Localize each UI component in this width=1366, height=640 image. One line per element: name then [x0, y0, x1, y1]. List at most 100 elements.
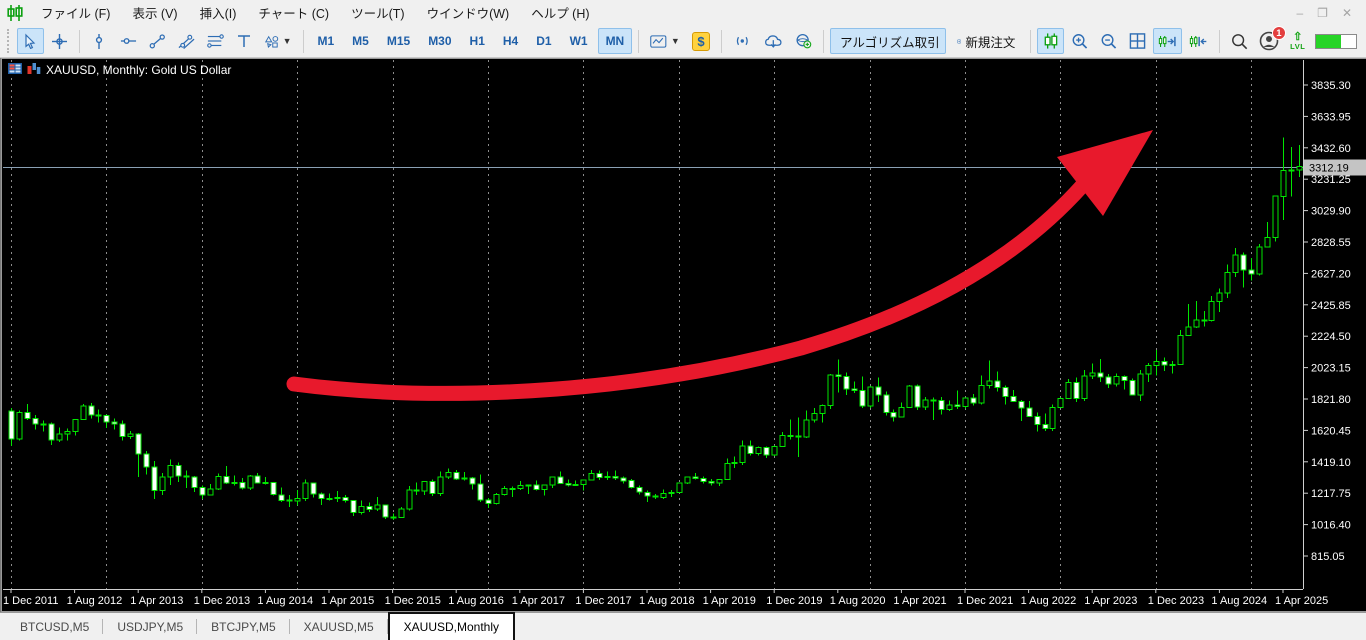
timeframe-m1[interactable]: M1 [310, 28, 343, 54]
svg-text:2828.55: 2828.55 [1311, 237, 1351, 249]
channel-icon [178, 33, 195, 50]
chart-shift-icon [1189, 33, 1208, 50]
candles-mode-button[interactable] [1037, 28, 1064, 54]
svg-text:2224.50: 2224.50 [1311, 331, 1351, 343]
chart-canvas[interactable]: 3835.303633.953432.603231.253029.902828.… [1, 58, 1366, 612]
tab-btcjpy-m5[interactable]: BTCJPY,M5 [197, 613, 289, 640]
svg-text:1217.75: 1217.75 [1311, 488, 1351, 500]
chart-frame [2, 59, 1366, 612]
cursor-icon [22, 33, 38, 49]
crosshair-icon [51, 33, 68, 50]
menu-item-5[interactable]: ウインドウ(W) [416, 1, 521, 24]
zoom-out-icon [1100, 32, 1117, 50]
chart-shift-button[interactable] [1184, 28, 1213, 54]
svg-text:1821.80: 1821.80 [1311, 394, 1351, 406]
algo-trading-button[interactable]: アルゴリズム取引 [830, 28, 947, 54]
menu-item-1[interactable]: 表示 (V) [121, 1, 188, 24]
crosshair-tool-button[interactable] [46, 28, 73, 54]
auto-scroll-icon [1158, 33, 1177, 50]
algo-trading-label: アルゴリズム取引 [840, 32, 940, 51]
cloud-button[interactable] [759, 28, 788, 54]
svg-text:2425.85: 2425.85 [1311, 300, 1351, 312]
tab-xauusd-m5[interactable]: XAUUSD,M5 [290, 613, 388, 640]
search-button[interactable] [1226, 28, 1253, 54]
new-order-icon [957, 34, 961, 49]
search-icon [1231, 32, 1248, 51]
svg-text:1 Aug 2014: 1 Aug 2014 [257, 595, 313, 607]
timeframe-m15[interactable]: M15 [379, 28, 418, 54]
svg-text:1 Aug 2022: 1 Aug 2022 [1021, 595, 1077, 607]
svg-text:2627.20: 2627.20 [1311, 268, 1351, 280]
broadcast-icon [733, 33, 752, 49]
svg-text:3633.95: 3633.95 [1311, 111, 1351, 123]
close-button[interactable]: ✕ [1342, 6, 1352, 20]
cursor-tool-button[interactable] [17, 28, 44, 54]
menu-item-4[interactable]: ツール(T) [340, 1, 415, 24]
chart-symbol-title: XAUUSD, Monthly: Gold US Dollar [46, 63, 231, 77]
svg-text:2023.15: 2023.15 [1311, 363, 1351, 375]
indicators-button[interactable]: ▼ [645, 28, 685, 54]
shapes-tool-button[interactable]: ▼ [260, 28, 297, 54]
horizontal-line-tool-button[interactable] [115, 28, 142, 54]
level-button[interactable]: ⇧ LVL [1285, 28, 1362, 54]
chevron-down-icon: ▼ [671, 36, 680, 46]
svg-text:1 Dec 2011: 1 Dec 2011 [3, 595, 58, 607]
timeframe-m30[interactable]: M30 [420, 28, 459, 54]
signals-button[interactable] [728, 28, 757, 54]
svg-text:1 Aug 2012: 1 Aug 2012 [67, 595, 123, 607]
toolbar-separator [721, 30, 722, 53]
text-icon [236, 33, 252, 49]
indicator-icon [650, 33, 667, 50]
globe-add-icon [795, 32, 812, 50]
symbols-button[interactable]: $ [687, 28, 716, 54]
zoom-in-button[interactable] [1066, 28, 1093, 54]
tab-btcusd-m5[interactable]: BTCUSD,M5 [6, 613, 103, 640]
timeframe-m5[interactable]: M5 [344, 28, 377, 54]
text-tool-button[interactable] [231, 28, 258, 54]
timeframe-h1[interactable]: H1 [462, 28, 493, 54]
zoom-out-button[interactable] [1095, 28, 1122, 54]
svg-text:1 Apr 2023: 1 Apr 2023 [1084, 595, 1137, 607]
tab-xauusd-monthly[interactable]: XAUUSD,Monthly [388, 612, 515, 640]
timeframe-d1[interactable]: D1 [528, 28, 559, 54]
menu-item-0[interactable]: ファイル (F) [30, 1, 121, 24]
lvl-icon: ⇧ LVL [1290, 32, 1305, 51]
timeframe-h4[interactable]: H4 [495, 28, 526, 54]
svg-text:1 Apr 2025: 1 Apr 2025 [1275, 595, 1328, 607]
toolbar-separator [823, 30, 824, 53]
new-order-button[interactable]: 新規注文 [948, 28, 1024, 54]
toolbar-separator [79, 30, 80, 53]
svg-text:1016.40: 1016.40 [1311, 520, 1351, 532]
toolbar: ▼ M1M5M15M30H1H4D1W1MN ▼ $ [0, 25, 1366, 58]
trendline-tool-button[interactable] [144, 28, 171, 54]
svg-text:1 Aug 2018: 1 Aug 2018 [639, 595, 695, 607]
chart-header: XAUUSD, Monthly: Gold US Dollar [8, 63, 231, 77]
tab-usdjpy-m5[interactable]: USDJPY,M5 [103, 613, 197, 640]
fibonacci-tool-button[interactable] [202, 28, 229, 54]
fibonacci-icon [207, 33, 224, 49]
timeframe-mn[interactable]: MN [598, 28, 633, 54]
svg-text:1 Dec 2017: 1 Dec 2017 [575, 595, 631, 607]
svg-text:3312.19: 3312.19 [1309, 163, 1349, 175]
svg-text:815.05: 815.05 [1311, 551, 1345, 563]
community-profile-button[interactable]: 1 [1255, 28, 1284, 54]
candlestick-icon [1042, 32, 1059, 50]
timeframe-w1[interactable]: W1 [562, 28, 596, 54]
community-add-button[interactable] [790, 28, 817, 54]
svg-text:1 Dec 2015: 1 Dec 2015 [385, 595, 441, 607]
restore-button[interactable]: ❐ [1317, 6, 1328, 20]
minimize-button[interactable]: – [1296, 6, 1303, 20]
svg-text:1 Dec 2019: 1 Dec 2019 [766, 595, 822, 607]
menu-item-6[interactable]: ヘルプ (H) [520, 1, 600, 24]
auto-scroll-button[interactable] [1153, 28, 1182, 54]
chart-type-icon [27, 63, 41, 77]
menu-item-3[interactable]: チャート (C) [247, 1, 340, 24]
tile-windows-button[interactable] [1124, 28, 1151, 54]
svg-text:1419.10: 1419.10 [1311, 457, 1351, 469]
svg-text:1 Aug 2020: 1 Aug 2020 [830, 595, 886, 607]
vertical-line-tool-button[interactable] [86, 28, 113, 54]
zoom-in-icon [1071, 32, 1088, 50]
chart-window[interactable]: XAUUSD, Monthly: Gold US Dollar 3835.303… [0, 58, 1366, 612]
menu-item-2[interactable]: 挿入(I) [189, 1, 248, 24]
channel-tool-button[interactable] [173, 28, 200, 54]
